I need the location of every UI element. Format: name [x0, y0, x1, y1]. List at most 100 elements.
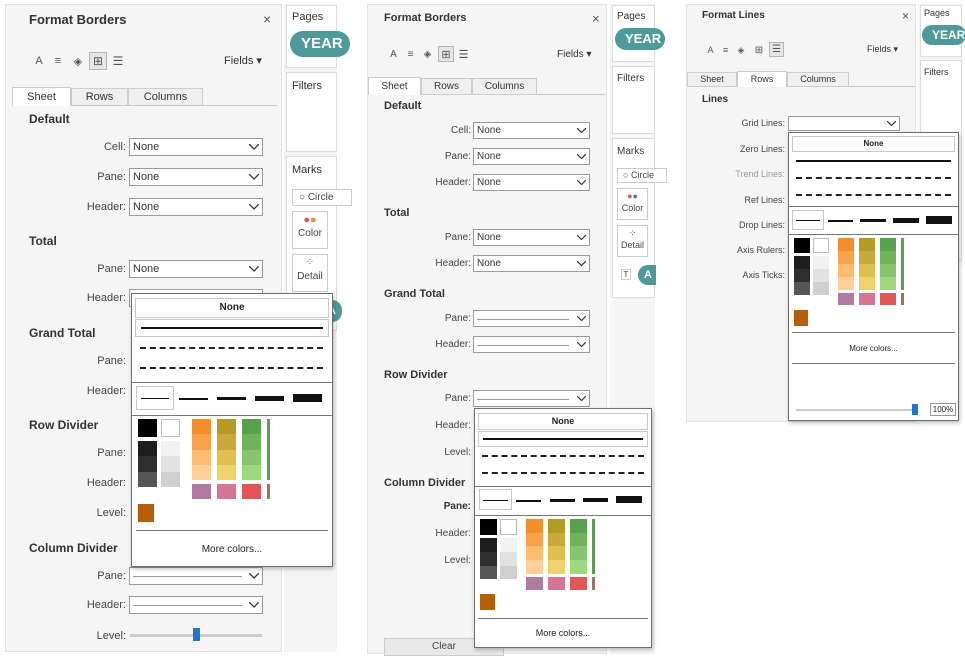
color-swatch[interactable] [500, 519, 517, 536]
color-swatch[interactable] [794, 282, 810, 295]
shading-icon[interactable]: ◈ [735, 44, 747, 56]
grid-lines-dropdown[interactable] [788, 116, 900, 131]
tab-rows[interactable]: Rows [71, 88, 128, 105]
header-dropdown[interactable]: None [129, 198, 263, 216]
color-swatch[interactable] [813, 282, 829, 295]
mark-type-dropdown[interactable]: ○ Circle [292, 189, 352, 206]
color-swatch[interactable] [242, 434, 261, 450]
color-swatch[interactable] [794, 238, 810, 254]
lines-icon[interactable]: ☰ [111, 54, 125, 68]
color-swatch[interactable] [901, 238, 904, 290]
color-swatch[interactable] [548, 532, 565, 547]
color-swatch[interactable] [138, 441, 157, 457]
color-button[interactable]: ●● Color [292, 211, 328, 249]
tab-columns[interactable]: Columns [472, 78, 537, 94]
color-swatch[interactable] [192, 449, 211, 465]
color-swatch[interactable] [217, 484, 236, 499]
dotted-line-option[interactable] [482, 472, 644, 474]
color-swatch[interactable] [548, 546, 565, 561]
color-swatch[interactable] [880, 250, 896, 264]
thickness-2-option[interactable] [516, 500, 541, 502]
color-swatch[interactable] [192, 484, 211, 499]
color-swatch[interactable] [138, 456, 157, 472]
color-swatch[interactable] [859, 276, 875, 290]
shading-icon[interactable]: ◈ [421, 48, 434, 61]
tab-sheet[interactable]: Sheet [368, 77, 421, 95]
color-swatch[interactable] [548, 519, 565, 533]
color-swatch[interactable] [592, 576, 595, 590]
more-colors-link[interactable]: More colors... [475, 628, 651, 638]
color-swatch[interactable] [217, 449, 236, 465]
shading-icon[interactable]: ◈ [71, 54, 85, 68]
total-pane-dropdown[interactable]: None [129, 260, 263, 278]
fields-dropdown[interactable]: Fields ▾ [867, 44, 898, 55]
color-swatch[interactable] [548, 560, 565, 574]
color-swatch[interactable] [242, 465, 261, 481]
color-swatch[interactable] [192, 419, 211, 435]
thickness-4-option[interactable] [583, 498, 608, 502]
more-colors-link[interactable]: More colors... [789, 344, 958, 353]
solid-line-option[interactable] [478, 431, 648, 447]
tab-columns[interactable]: Columns [787, 72, 849, 86]
color-swatch[interactable] [161, 456, 180, 472]
color-swatch[interactable] [526, 532, 543, 547]
thickness-1-option[interactable] [136, 386, 174, 410]
color-swatch[interactable] [859, 238, 875, 251]
cell-dropdown[interactable]: None [473, 122, 590, 139]
row-pane-dropdown[interactable] [473, 390, 590, 407]
color-swatch[interactable] [570, 546, 587, 561]
color-swatch[interactable] [480, 538, 497, 552]
color-swatch[interactable] [161, 441, 180, 457]
thickness-3-option[interactable] [860, 219, 886, 222]
align-icon[interactable]: ≡ [51, 54, 65, 68]
opacity-value[interactable]: 100% [930, 403, 956, 416]
dashed-line-option[interactable] [482, 455, 644, 457]
dotted-line-option[interactable] [796, 194, 951, 196]
borders-icon[interactable]: ⊞ [89, 52, 107, 70]
color-swatch[interactable] [838, 276, 854, 290]
none-option[interactable]: None [135, 298, 329, 318]
color-swatch[interactable] [880, 276, 896, 290]
color-swatch[interactable] [500, 551, 517, 566]
color-swatch[interactable] [548, 576, 565, 590]
dashed-line-option[interactable] [140, 347, 323, 349]
close-icon[interactable]: × [592, 11, 600, 26]
color-swatch[interactable] [794, 256, 810, 270]
tab-rows[interactable]: Rows [421, 78, 472, 94]
color-swatch[interactable] [838, 263, 854, 277]
level-slider-thumb[interactable] [193, 628, 200, 641]
tab-rows[interactable]: Rows [737, 71, 787, 87]
thickness-1-option[interactable] [479, 489, 512, 510]
color-swatch[interactable] [838, 292, 854, 305]
color-swatch[interactable] [242, 419, 261, 435]
color-swatch[interactable] [500, 538, 517, 552]
recent-color-swatch[interactable] [480, 594, 495, 610]
column-pane-dropdown[interactable] [129, 567, 263, 585]
grand-header-dropdown[interactable] [473, 336, 590, 353]
color-swatch[interactable] [267, 419, 270, 481]
color-swatch[interactable] [138, 471, 157, 488]
color-swatch[interactable] [500, 565, 517, 580]
color-swatch[interactable] [880, 292, 896, 305]
font-icon[interactable]: A [32, 54, 46, 68]
align-icon[interactable]: ≡ [720, 44, 731, 56]
pane-dropdown[interactable]: None [129, 168, 263, 186]
tab-columns[interactable]: Columns [128, 88, 203, 105]
solid-line-option[interactable] [792, 153, 955, 169]
thickness-3-option[interactable] [217, 397, 246, 400]
color-swatch[interactable] [242, 484, 261, 499]
pane-dropdown[interactable]: None [473, 148, 590, 165]
thickness-5-option[interactable] [293, 394, 322, 402]
none-option[interactable]: None [792, 136, 955, 152]
color-swatch[interactable] [592, 519, 595, 574]
thickness-5-option[interactable] [926, 216, 952, 224]
mark-type-dropdown[interactable]: ○ Circle [617, 168, 667, 183]
color-swatch[interactable] [480, 519, 497, 536]
color-swatch[interactable] [813, 269, 829, 283]
color-swatch[interactable] [480, 551, 497, 566]
close-icon[interactable]: × [902, 9, 909, 23]
borders-icon[interactable]: ⊞ [753, 44, 765, 56]
color-swatch[interactable] [161, 419, 180, 438]
color-swatch[interactable] [901, 292, 904, 305]
color-swatch[interactable] [570, 532, 587, 547]
